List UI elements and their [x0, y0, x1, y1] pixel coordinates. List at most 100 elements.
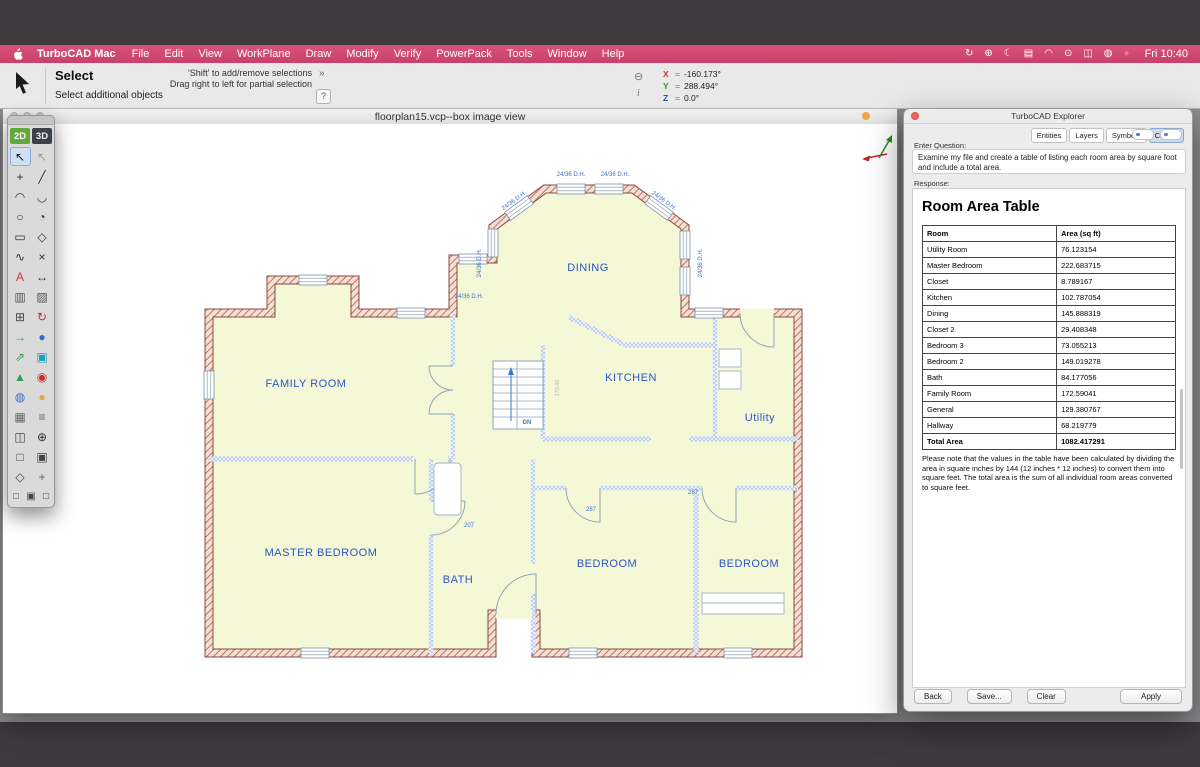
stair-dimension: 170.46 [555, 380, 561, 397]
shade-tool[interactable]: ◍ [10, 387, 31, 406]
menu-item[interactable]: WorkPlane [237, 48, 291, 60]
door-opening [496, 610, 532, 619]
solid-cube-tool[interactable]: ▣ [32, 447, 53, 466]
document-titlebar: floorplan15.vcp--box image view [3, 109, 897, 125]
control-center-icon[interactable]: ◫ [1083, 49, 1092, 59]
mode-3d-button[interactable]: 3D [32, 128, 52, 144]
menu-item[interactable]: PowerPack [436, 48, 492, 60]
menu-item[interactable]: View [198, 48, 222, 60]
search-icon[interactable]: ⊙ [1064, 49, 1072, 59]
display-icon[interactable]: ▤ [1024, 49, 1033, 59]
floorplan-canvas[interactable]: DN 170.46 [3, 124, 897, 713]
pan-tool[interactable]: + [32, 467, 53, 486]
siri-icon[interactable]: ◍ [1104, 49, 1113, 59]
hatch-tool[interactable]: ▨ [32, 287, 53, 306]
table-row: Bath 84.177056 [923, 370, 1176, 386]
rectangle-tool[interactable]: ▭ [10, 227, 31, 246]
pattern-tool[interactable]: ▥ [10, 287, 31, 306]
titlebar-indicator-dot[interactable] [862, 112, 870, 120]
z-axis-label: Z [663, 92, 671, 104]
mini-control[interactable] [1160, 129, 1182, 140]
zoom-tool[interactable]: ⊕ [32, 427, 53, 446]
x-coordinate-value: -160.173° [684, 68, 721, 80]
mode-2d-button[interactable]: 2D [10, 128, 30, 144]
wifi-icon[interactable]: ◠ [1044, 49, 1053, 59]
polygon-tool[interactable]: ◇ [32, 227, 53, 246]
response-panel: Room Area Table Room Area (sq ft) Utilit… [912, 188, 1186, 688]
response-scrollbar[interactable] [1180, 389, 1183, 469]
moon-icon[interactable]: ☾ [1004, 49, 1013, 59]
sync-icon[interactable]: ↻ [965, 49, 973, 59]
tab-entities[interactable]: Entities [1031, 128, 1068, 143]
menu-item[interactable]: Window [548, 48, 587, 60]
column-header-room: Room [923, 226, 1057, 242]
move-3d-tool[interactable]: → [10, 327, 31, 346]
clear-button[interactable]: Clear [1027, 689, 1066, 704]
view-cube-icon[interactable]: □ [10, 490, 23, 503]
apply-button[interactable]: Apply [1120, 689, 1182, 704]
layers-tool[interactable]: ≡ [32, 407, 53, 426]
arc-tool[interactable]: ◠ [10, 187, 31, 206]
help-button[interactable]: ? [316, 89, 331, 104]
view-cube-icon[interactable]: ▣ [25, 490, 38, 503]
expand-chevron-icon[interactable]: » [319, 68, 325, 79]
select-add-tool[interactable]: ↖ [32, 147, 53, 166]
active-tool-name: Select [55, 68, 93, 83]
active-app-menu[interactable]: TurboCAD Mac [37, 48, 116, 60]
room-label: FAMILY ROOM [266, 378, 347, 390]
palette-drag-handle[interactable] [8, 116, 54, 125]
drawing-canvas[interactable]: DN 170.46 [3, 124, 897, 713]
palette-tools: ↖ ↖ + ╱ ◠ ◡ [8, 145, 54, 488]
snap-toggle-icon[interactable]: ⊖ [634, 70, 643, 83]
line-tool[interactable]: ╱ [32, 167, 53, 186]
question-input[interactable]: Examine my file and create a table of li… [912, 149, 1186, 174]
cone-tool[interactable]: ▲ [10, 367, 31, 386]
explorer-close-button[interactable] [911, 112, 919, 120]
circle-tool[interactable]: ○ [10, 207, 31, 226]
dimension-tool[interactable]: ↔ [32, 267, 53, 286]
back-button[interactable]: Back [914, 689, 952, 704]
menu-item[interactable]: Edit [164, 48, 183, 60]
spheres-tool[interactable]: ◉ [32, 367, 53, 386]
menu-item[interactable]: Verify [394, 48, 422, 60]
vector-tool[interactable]: ⇗ [10, 347, 31, 366]
erase-tool[interactable]: × [32, 247, 53, 266]
apple-logo-icon[interactable] [12, 48, 23, 61]
menu-clock[interactable]: Fri 10:40 [1145, 48, 1188, 60]
menu-item[interactable]: Tools [507, 48, 533, 60]
room-label: DINING [567, 262, 609, 274]
globe-icon[interactable]: ⊕ [984, 49, 992, 59]
save-button[interactable]: Save... [967, 689, 1012, 704]
point-tool[interactable]: + [10, 167, 31, 186]
mini-control[interactable] [1132, 129, 1154, 140]
sphere-tool[interactable]: ● [32, 327, 53, 346]
select-tool[interactable]: ↖ [10, 147, 31, 166]
app-status-icon[interactable]: ● [1124, 49, 1130, 59]
wire-cube-tool[interactable]: □ [10, 447, 31, 466]
room-label: BEDROOM [577, 558, 637, 570]
arc-end-tool[interactable]: ◡ [32, 187, 53, 206]
grid-tool[interactable]: ▦ [10, 407, 31, 426]
pie-tool[interactable]: ◔ [32, 207, 53, 226]
menu-item[interactable]: Modify [346, 48, 378, 60]
tab-layers[interactable]: Layers [1069, 128, 1104, 143]
menu-item[interactable]: Help [602, 48, 625, 60]
view-cube-icon[interactable]: □ [40, 490, 53, 503]
screen: TurboCAD Mac File Edit View WorkPlane Draw Mo… [0, 0, 1200, 767]
text-tool[interactable]: A [10, 267, 31, 286]
box-tool[interactable]: ▣ [32, 347, 53, 366]
spline-tool[interactable]: ∿ [10, 247, 31, 266]
y-coordinate-value: 288.494° [684, 80, 718, 92]
letterbox-bottom [0, 722, 1200, 767]
document-title: floorplan15.vcp--box image view [375, 111, 526, 123]
svg-text:287: 287 [586, 507, 597, 513]
iso-cube-tool[interactable]: ◇ [10, 467, 31, 486]
menu-item[interactable]: Draw [306, 48, 332, 60]
array-tool[interactable]: ⊞ [10, 307, 31, 326]
menu-item[interactable]: File [132, 48, 150, 60]
cube-view-tool[interactable]: ◫ [10, 427, 31, 446]
render-tool[interactable]: ● [32, 387, 53, 406]
rotate-tool[interactable]: ↻ [32, 307, 53, 326]
info-icon[interactable]: i [637, 88, 640, 99]
app-menus: File Edit View WorkPlane Draw Modify Verify Pow… [132, 48, 625, 60]
